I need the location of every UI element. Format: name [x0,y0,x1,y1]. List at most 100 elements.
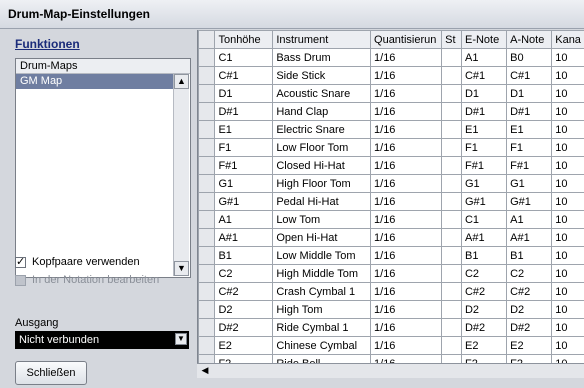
table-row[interactable]: G1 High Floor Tom 1/16 G1 G1 10 [198,174,584,193]
cell-channel[interactable]: 10 [551,228,584,247]
cell-instrument[interactable]: Acoustic Snare [272,84,372,103]
cell-input-note[interactable]: D#2 [460,318,508,337]
table-row[interactable]: C#1 Side Stick 1/16 C#1 C#1 10 [198,66,584,85]
cell-instrument[interactable]: Crash Cymbal 1 [272,282,372,301]
cell-quantize[interactable]: 1/16 [370,84,443,103]
cell-instrument[interactable]: Low Tom [272,210,372,229]
row-handle[interactable] [198,138,216,157]
cell-channel[interactable]: 10 [551,66,584,85]
cell-channel[interactable]: 10 [551,246,584,265]
row-handle[interactable] [198,336,216,355]
col-header-enote[interactable]: E-Note [460,30,508,49]
row-handle[interactable] [198,228,216,247]
cell-output-note[interactable]: D#1 [506,102,553,121]
output-select[interactable]: Nicht verbunden ▼ [15,331,189,349]
cell-input-note[interactable]: D#1 [460,102,508,121]
row-handle[interactable] [198,264,216,283]
cell-output-note[interactable]: D1 [506,84,553,103]
col-header-anote[interactable]: A-Note [506,30,553,49]
row-handle[interactable] [198,48,216,67]
cell-output-note[interactable]: C#2 [506,282,553,301]
cell-instrument[interactable]: Electric Snare [272,120,372,139]
checkbox-icon[interactable] [15,255,26,268]
col-header-st[interactable]: St [441,30,462,49]
cell-input-note[interactable]: C#2 [460,282,508,301]
cell-quantize[interactable]: 1/16 [370,264,443,283]
cell-pitch[interactable]: E1 [214,120,274,139]
cell-instrument[interactable]: High Middle Tom [272,264,372,283]
cell-instrument[interactable]: High Floor Tom [272,174,372,193]
cell-channel[interactable]: 10 [551,336,584,355]
cell-input-note[interactable]: D1 [460,84,508,103]
cell-st[interactable] [441,84,462,103]
cell-pitch[interactable]: D2 [214,300,274,319]
cell-st[interactable] [441,210,462,229]
row-handle[interactable] [198,66,216,85]
drum-map-item-gm-map[interactable]: GM Map [16,74,174,89]
cell-pitch[interactable]: F2 [214,354,274,363]
cell-st[interactable] [441,174,462,193]
table-row[interactable]: C#2 Crash Cymbal 1 1/16 C#2 C#2 10 [198,282,584,301]
checkbox-edit-in-notation[interactable]: In der Notation bearbeiten [15,274,159,286]
cell-output-note[interactable]: E1 [506,120,553,139]
cell-channel[interactable]: 10 [551,138,584,157]
cell-channel[interactable]: 10 [551,120,584,139]
cell-channel[interactable]: 10 [551,318,584,337]
cell-quantize[interactable]: 1/16 [370,354,443,363]
maps-scrollbar[interactable]: ▲ ▼ [173,74,189,276]
cell-st[interactable] [441,228,462,247]
cell-input-note[interactable]: A#1 [460,228,508,247]
cell-st[interactable] [441,66,462,85]
cell-input-note[interactable]: C#1 [460,66,508,85]
cell-st[interactable] [441,354,462,363]
cell-instrument[interactable]: Bass Drum [272,48,372,67]
cell-instrument[interactable]: Side Stick [272,66,372,85]
row-handle[interactable] [198,300,216,319]
cell-quantize[interactable]: 1/16 [370,192,443,211]
cell-instrument[interactable]: Low Floor Tom [272,138,372,157]
cell-quantize[interactable]: 1/16 [370,102,443,121]
cell-channel[interactable]: 10 [551,210,584,229]
cell-pitch[interactable]: C1 [214,48,274,67]
cell-instrument[interactable]: Chinese Cymbal [272,336,372,355]
cell-st[interactable] [441,246,462,265]
cell-quantize[interactable]: 1/16 [370,210,443,229]
col-header-tonhoehe[interactable]: Tonhöhe [214,30,274,49]
table-row[interactable]: F2Ride Bell1/16F2F210 [198,354,584,363]
cell-st[interactable] [441,102,462,121]
cell-instrument[interactable]: Ride Bell [272,354,372,363]
col-header-quantisierung[interactable]: Quantisierun [370,30,443,49]
cell-quantize[interactable]: 1/16 [370,120,443,139]
cell-quantize[interactable]: 1/16 [370,228,443,247]
table-row[interactable]: C1 Bass Drum 1/16 A1 B0 10 [198,48,584,67]
cell-input-note[interactable]: F2 [460,354,508,363]
table-row[interactable]: B1 Low Middle Tom 1/16 B1 B1 10 [198,246,584,265]
cell-instrument[interactable]: Low Middle Tom [272,246,372,265]
table-row[interactable]: D#2 Ride Cymbal 1 1/16 D#2 D#2 10 [198,318,584,337]
cell-st[interactable] [441,138,462,157]
cell-st[interactable] [441,192,462,211]
cell-input-note[interactable]: C1 [460,210,508,229]
cell-st[interactable] [441,282,462,301]
cell-quantize[interactable]: 1/16 [370,336,443,355]
dropdown-arrow-icon[interactable]: ▼ [175,333,187,345]
cell-quantize[interactable]: 1/16 [370,300,443,319]
cell-output-note[interactable]: C#1 [506,66,553,85]
cell-channel[interactable]: 10 [551,354,584,363]
cell-quantize[interactable]: 1/16 [370,138,443,157]
cell-instrument[interactable]: High Tom [272,300,372,319]
cell-input-note[interactable]: D2 [460,300,508,319]
table-row[interactable]: F1 Low Floor Tom 1/16 F1 F1 10 [198,138,584,157]
cell-quantize[interactable]: 1/16 [370,318,443,337]
cell-instrument[interactable]: Closed Hi-Hat [272,156,372,175]
cell-output-note[interactable]: G#1 [506,192,553,211]
cell-input-note[interactable]: B1 [460,246,508,265]
cell-st[interactable] [441,120,462,139]
cell-input-note[interactable]: C2 [460,264,508,283]
cell-pitch[interactable]: C#2 [214,282,274,301]
cell-quantize[interactable]: 1/16 [370,66,443,85]
col-header-kanal[interactable]: Kana [551,30,584,49]
cell-output-note[interactable]: F2 [506,354,553,363]
row-handle[interactable] [198,174,216,193]
cell-input-note[interactable]: E1 [460,120,508,139]
